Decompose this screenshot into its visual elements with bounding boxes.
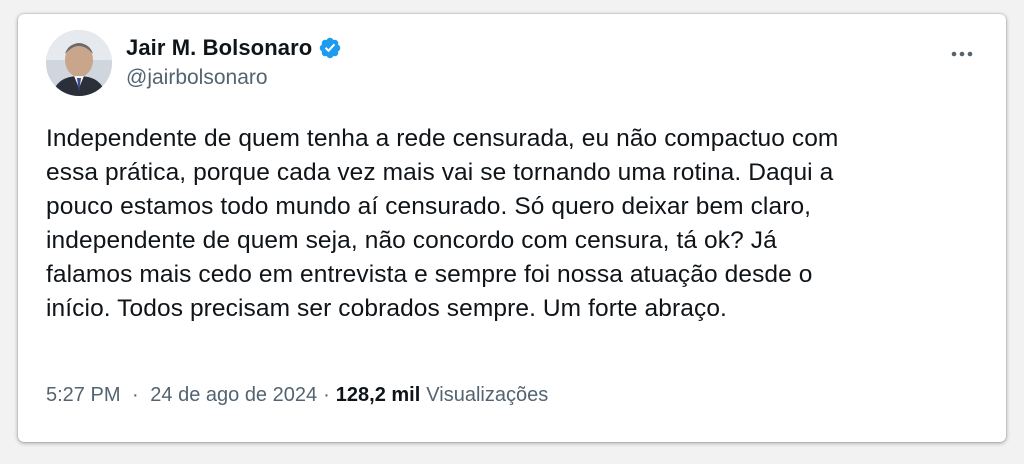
tweet-text-line: falamos mais cedo em entrevista e sempre… [46, 261, 813, 288]
tweet-time: 5:27 PM [46, 384, 121, 406]
author-name[interactable]: Jair M. Bolsonaro [126, 35, 312, 61]
tweet-text-line: pouco estamos todo mundo aí censurado. S… [46, 193, 812, 220]
tweet-card: Jair M. Bolsonaro @jairbolsonaro Indepen… [18, 14, 1006, 442]
tweet-text-line: independente de quem seja, não concordo … [46, 227, 777, 254]
tweet-timestamp[interactable]: 5:27 PM · 24 de ago de 2024 [46, 384, 317, 407]
views-label: Visualizações [426, 384, 549, 406]
verified-badge-icon[interactable] [318, 36, 342, 60]
views-count[interactable]: 128,2 mil [336, 384, 421, 407]
tweet-text: Independente de quem tenha a rede censur… [46, 122, 986, 326]
author-handle[interactable]: @jairbolsonaro [126, 66, 342, 90]
author-identity: Jair M. Bolsonaro @jairbolsonaro [126, 32, 342, 90]
meta-separator: · [323, 384, 330, 406]
tweet-text-line: Independente de quem tenha a rede censur… [46, 125, 839, 152]
tweet-text-line: essa prática, porque cada vez mais vai s… [46, 159, 834, 186]
tweet-text-line: início. Todos precisam ser cobrados semp… [46, 295, 727, 322]
tweet-header: Jair M. Bolsonaro @jairbolsonaro [46, 30, 982, 98]
meta-separator: · [132, 384, 139, 406]
tweet-meta: 5:27 PM · 24 de ago de 2024 · 128,2 mil … [46, 384, 548, 407]
tweet-date: 24 de ago de 2024 [150, 384, 318, 406]
more-options-button[interactable] [948, 42, 976, 66]
profile-photo [46, 30, 112, 96]
avatar[interactable] [46, 30, 112, 96]
name-row: Jair M. Bolsonaro [126, 32, 342, 64]
more-options-icon [951, 51, 973, 57]
